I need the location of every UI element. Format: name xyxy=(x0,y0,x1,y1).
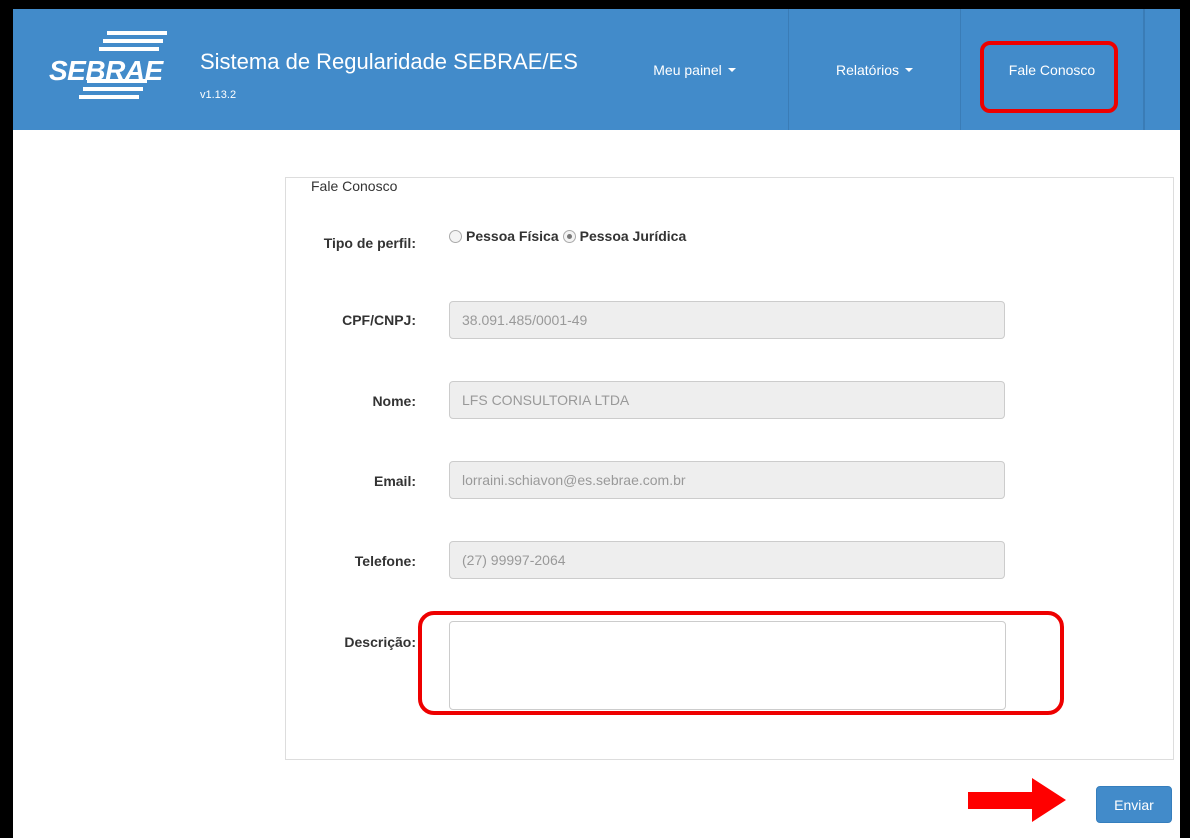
radio-pessoa-juridica[interactable] xyxy=(562,229,576,243)
nome-field[interactable]: LFS CONSULTORIA LTDA xyxy=(449,381,1005,419)
tipo-perfil-label: Tipo de perfil: xyxy=(323,235,416,251)
arrow-right-icon xyxy=(968,778,1068,822)
app-title: Sistema de Regularidade SEBRAE/ES xyxy=(200,49,578,74)
nav-meu-painel[interactable]: Meu painel xyxy=(601,9,789,130)
form-legend: Fale Conosco xyxy=(305,178,404,194)
cpf-cnpj-field[interactable]: 38.091.485/0001-49 xyxy=(449,301,1005,339)
telefone-field[interactable]: (27) 99997-2064 xyxy=(449,541,1005,579)
enviar-button[interactable]: Enviar xyxy=(1096,786,1172,823)
highlight-box-descricao xyxy=(418,611,1064,715)
caret-down-icon xyxy=(727,67,736,72)
sebrae-logo[interactable]: SEBRAE xyxy=(45,31,185,101)
radio-pessoa-juridica-label[interactable]: Pessoa Jurídica xyxy=(580,228,687,244)
logo-text: SEBRAE xyxy=(49,55,163,86)
screenshot-frame-top xyxy=(0,0,1190,9)
nome-label: Nome: xyxy=(372,393,416,409)
radio-pessoa-fisica-label[interactable]: Pessoa Física xyxy=(466,228,559,244)
app-version: v1.13.2 xyxy=(200,89,237,101)
profile-radio-group: Pessoa Física Pessoa Jurídica xyxy=(449,228,690,244)
caret-down-icon xyxy=(905,67,914,72)
telefone-label: Telefone: xyxy=(354,553,416,569)
nav-relatorios-label: Relatórios xyxy=(835,61,900,78)
nav-divider xyxy=(1144,9,1145,130)
email-field[interactable]: lorraini.schiavon@es.sebrae.com.br xyxy=(449,461,1005,499)
screenshot-frame-right xyxy=(1180,0,1190,838)
page: SEBRAE Sistema de Regularidade SEBRAE/ES… xyxy=(13,9,1180,838)
cpf-cnpj-label: CPF/CNPJ: xyxy=(342,312,416,328)
nav-relatorios[interactable]: Relatórios xyxy=(789,9,961,130)
radio-pessoa-fisica[interactable] xyxy=(449,229,462,243)
screenshot-frame-left xyxy=(0,0,13,838)
highlight-box-nav xyxy=(980,41,1118,113)
email-label: Email: xyxy=(373,473,416,489)
descricao-label: Descrição: xyxy=(344,634,416,650)
nav-meu-painel-label: Meu painel xyxy=(653,61,722,78)
